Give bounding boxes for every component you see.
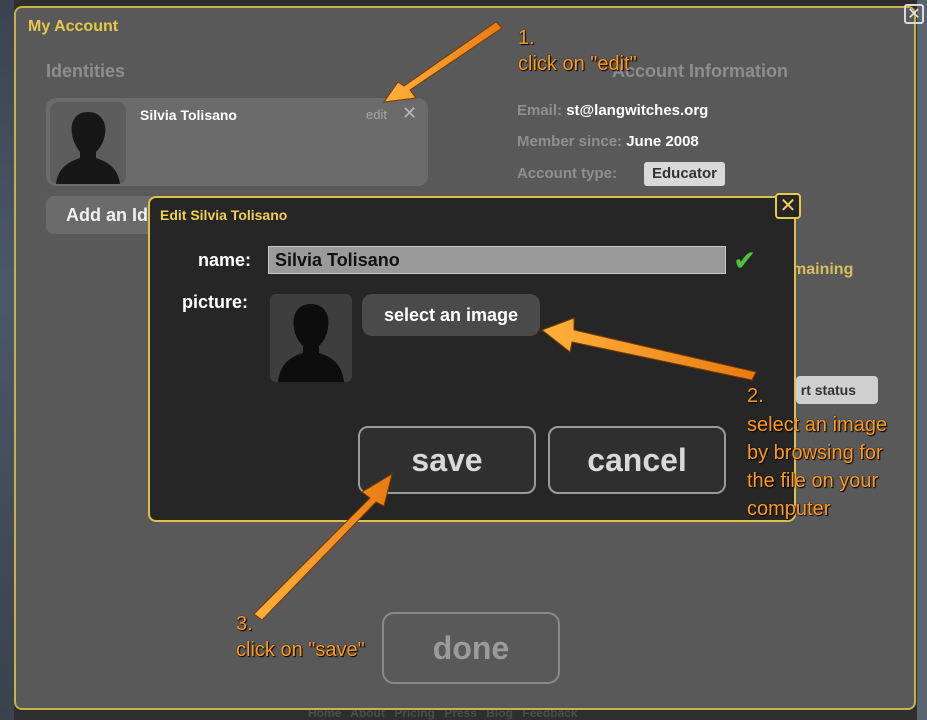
member-since-label: Member since: [517,133,623,150]
email-row: Email: st@langwitches.org [517,102,708,119]
remaining-text: maining [792,261,854,278]
identity-name: Silvia Tolisano [140,107,237,123]
identities-heading: Identities [46,61,126,81]
close-icon[interactable]: ✕ [904,4,924,24]
account-type-button[interactable]: Educator [644,162,726,186]
annotation-step2-line: computer [747,498,831,520]
save-button[interactable]: save [358,426,536,494]
check-icon: ✔ [733,245,757,276]
picture-label: picture: [182,292,249,312]
person-silhouette-icon [50,102,126,184]
account-type-row: Account type: [517,165,617,182]
name-label: name: [198,250,252,270]
account-information-heading: Account Information [612,61,788,81]
cancel-button[interactable]: cancel [548,426,726,494]
annotation-step3-text: click on "save" [236,639,365,661]
status-button[interactable]: rt status [796,376,878,404]
annotation-step2-line: select an image [747,414,888,436]
name-input[interactable] [268,246,726,274]
background-right-strip [917,0,927,720]
annotation-step2-line: the file on your [747,470,879,492]
email-label: Email: [517,102,563,119]
edit-link[interactable]: edit [366,107,387,122]
member-since-value: June 2008 [626,133,699,150]
annotation-step1-number: 1. [518,27,535,49]
remove-identity-icon[interactable]: ✕ [402,103,417,124]
account-type-label: Account type: [517,165,618,182]
panel-title: My Account [28,18,119,35]
annotation-step2-number: 2. [747,385,764,407]
annotation-step3-number: 3. [236,613,253,635]
dialog-close-icon[interactable]: ✕ [775,193,801,219]
picture-silhouette-icon [270,294,352,382]
annotation-step2-line: by browsing for [747,442,883,464]
member-since-row: Member since: June 2008 [517,133,699,150]
done-button[interactable]: done [382,612,560,684]
select-image-button[interactable]: select an image [362,294,540,336]
email-value: st@langwitches.org [566,102,709,119]
dialog-title: Edit Silvia Tolisano [160,207,288,223]
background-left-strip [0,0,14,720]
annotation-step1-text: click on "edit" [518,53,637,75]
